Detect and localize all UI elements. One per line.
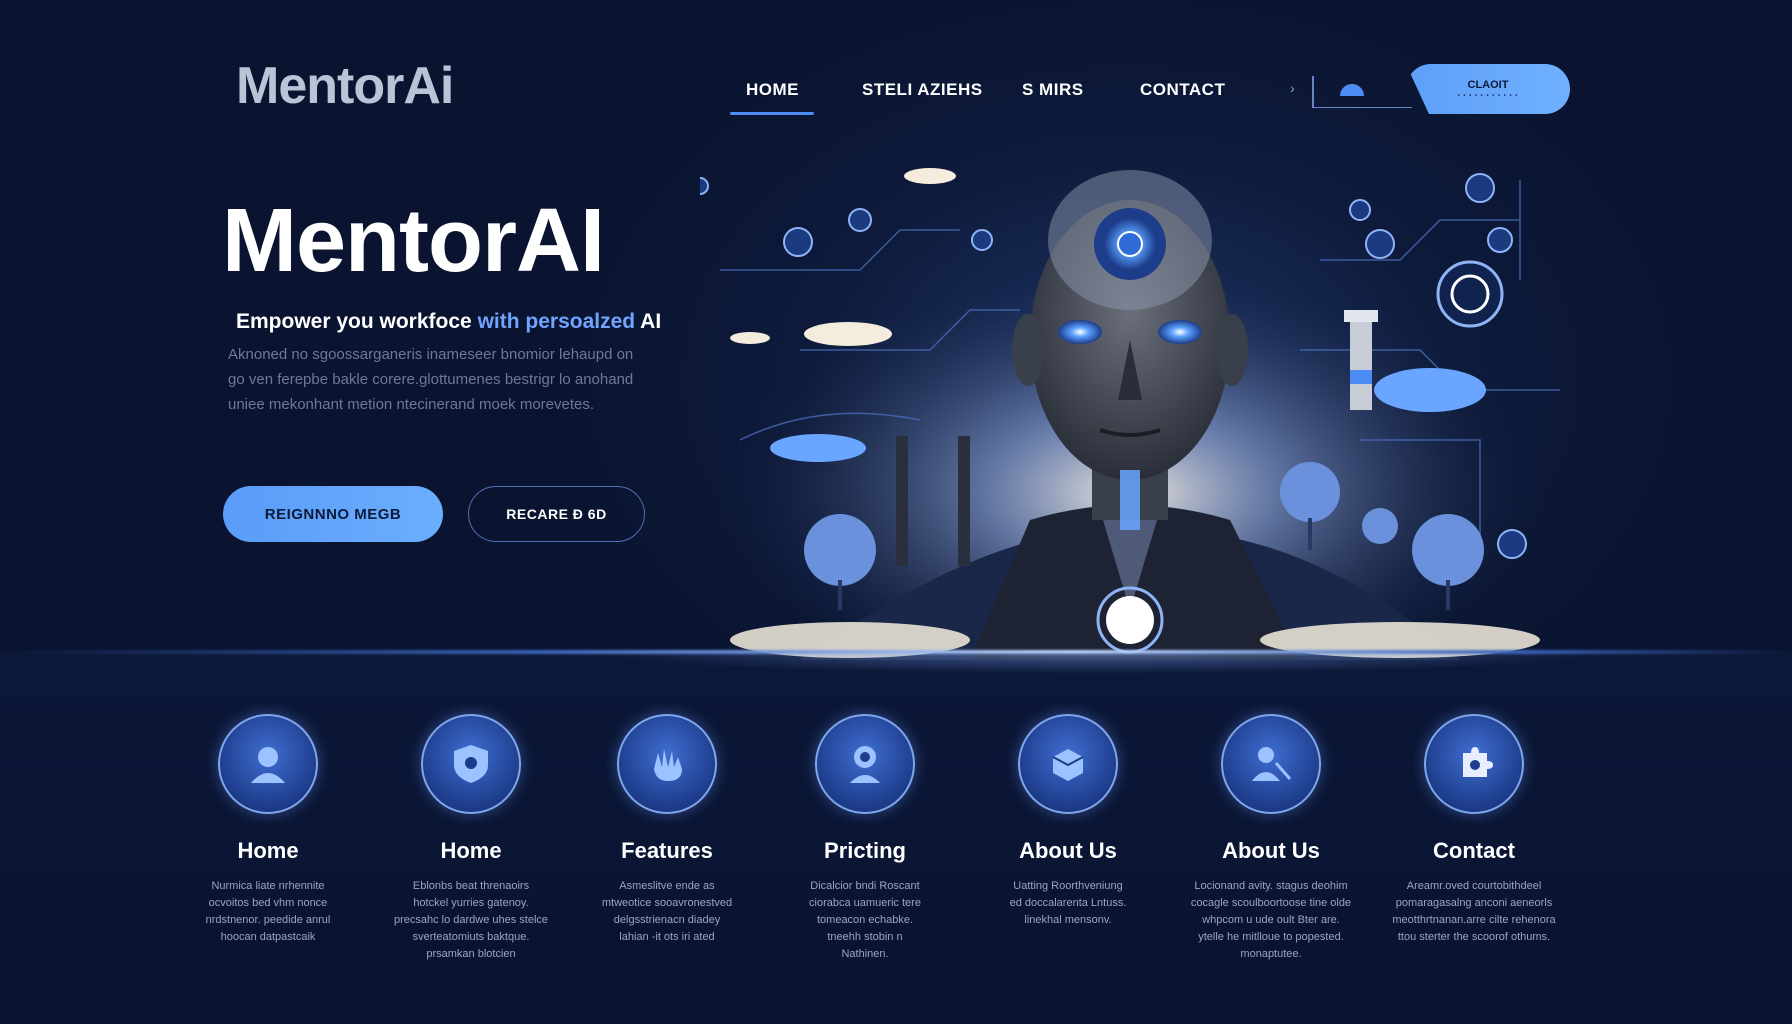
feature-desc-line: monaptutee. bbox=[1240, 948, 1302, 960]
feature-title: Contact bbox=[1433, 838, 1515, 863]
feature-desc-line: Uatting Roorthveniung bbox=[1013, 880, 1123, 892]
feature-description: Eblonbs beat threnaoirs hotckel yurries … bbox=[371, 878, 571, 963]
feature-title: Home bbox=[237, 838, 299, 863]
brand-logo[interactable]: MentorAi bbox=[236, 56, 454, 116]
shield-icon bbox=[421, 714, 521, 814]
feature-title: Features bbox=[621, 838, 713, 863]
hand-icon bbox=[617, 714, 717, 814]
feature-desc-line: mtweotice sooavronestved bbox=[601, 897, 733, 909]
header-cta-button[interactable]: CLAOIT • • • • • • • • • • • bbox=[1406, 64, 1570, 114]
nav-home[interactable]: HOME bbox=[746, 80, 799, 100]
feature-title: Pricting bbox=[824, 838, 906, 863]
secondary-cta-button[interactable]: RECARE Ð 6D bbox=[468, 486, 645, 542]
feature-desc-line: Nathinen. bbox=[841, 948, 889, 960]
feature-desc-line: sverteatomiuts baktque. bbox=[412, 931, 530, 943]
feature-description: Locionand avity. stagus deohim cocagle s… bbox=[1171, 878, 1371, 963]
hero-title: MentorAI bbox=[222, 191, 605, 291]
feature-card[interactable]: Home Nurmica liate nrhennite ocvoitos be… bbox=[168, 714, 368, 946]
feature-description: Uatting Roorthveniung ed doccalarenta Ln… bbox=[968, 878, 1168, 929]
feature-desc-line: lahian -it ots iri ated bbox=[619, 931, 715, 943]
feature-desc-line: Locionand avity. stagus deohim bbox=[1194, 880, 1348, 892]
feature-card[interactable]: Home Eblonbs beat threnaoirs hotckel yur… bbox=[371, 714, 571, 963]
feature-description: Nurmica liate nrhennite ocvoitos bed vhm… bbox=[168, 878, 368, 946]
feature-card[interactable]: About Us Uatting Roorthveniung ed doccal… bbox=[968, 714, 1168, 929]
feature-description: Dicalcior bndi Roscant ciorabca uamueric… bbox=[765, 878, 965, 963]
feature-desc-line: tneehh stobin n bbox=[827, 931, 903, 943]
hero-subtitle-highlight: with persoalzed bbox=[477, 310, 636, 333]
user-tool-icon bbox=[1221, 714, 1321, 814]
feature-desc-line: ciorabca uamueric tere bbox=[809, 897, 921, 909]
nav-item-2[interactable]: STELI AZIEHS bbox=[862, 80, 983, 100]
feature-desc-line: hoocan datpastcaik bbox=[220, 931, 316, 943]
hero-subtitle-end: AI bbox=[635, 310, 662, 333]
hero-subtitle: Empower you workfoce with persoalzed AI bbox=[236, 310, 661, 334]
feature-description: Asmeslitve ende as mtweotice sooavronest… bbox=[567, 878, 767, 946]
chevron-right-icon: › bbox=[1290, 80, 1295, 96]
feature-desc-line: ocvoitos bed vhm nonce bbox=[208, 897, 328, 909]
nav-contact[interactable]: CONTACT bbox=[1140, 80, 1225, 100]
nav-item-3[interactable]: S MIRS bbox=[1022, 80, 1084, 100]
feature-title: Home bbox=[440, 838, 502, 863]
feature-title: About Us bbox=[1019, 838, 1117, 863]
robot-icon bbox=[815, 714, 915, 814]
nav-active-indicator bbox=[730, 112, 814, 115]
feature-desc-line: linekhal mensonv. bbox=[1024, 914, 1112, 926]
feature-card[interactable]: Pricting Dicalcior bndi Roscant ciorabca… bbox=[765, 714, 965, 963]
primary-cta-button[interactable]: REIGNNNO MEGB bbox=[223, 486, 443, 542]
feature-desc-line: Nurmica liate nrhennite bbox=[211, 880, 325, 892]
water-reflection bbox=[600, 654, 1600, 694]
feature-desc-line: nrdstnenor. peedide anrul bbox=[205, 914, 331, 926]
feature-card[interactable]: Contact Areamr.oved courtobithdeel pomar… bbox=[1374, 714, 1574, 946]
feature-desc-line: delgsstrienacn diadey bbox=[613, 914, 721, 926]
feature-desc-line: Dicalcior bndi Roscant bbox=[810, 880, 920, 892]
feature-desc-line: ytelle he mitlloue to popested. bbox=[1198, 931, 1344, 943]
header-cta-label: CLAOIT bbox=[1467, 79, 1509, 91]
feature-desc-line: meotthrtnanan.arre cilte rehenora bbox=[1392, 914, 1556, 926]
person-icon bbox=[218, 714, 318, 814]
feature-card[interactable]: About Us Locionand avity. stagus deohim … bbox=[1171, 714, 1371, 963]
feature-desc-line: pomaragasalng anconi aeneorls bbox=[1395, 897, 1553, 909]
ai-mentor-illustration bbox=[700, 168, 1560, 660]
feature-desc-line: ttou sterter the scoorof othums. bbox=[1397, 931, 1551, 943]
feature-desc-line: whpcom u ude oult Bter are. bbox=[1202, 914, 1340, 926]
feature-description: Areamr.oved courtobithdeel pomaragasalng… bbox=[1374, 878, 1574, 946]
feature-desc-line: ed doccalarenta Lntuss. bbox=[1009, 897, 1127, 909]
feature-desc-line: Eblonbs beat threnaoirs bbox=[412, 880, 530, 892]
feature-desc-line: Asmeslitve ende as bbox=[619, 880, 715, 892]
feature-desc-line: cocagle scoulboortoose tine olde bbox=[1190, 897, 1352, 909]
box-icon bbox=[1018, 714, 1118, 814]
feature-desc-line: Areamr.oved courtobithdeel bbox=[1406, 880, 1542, 892]
feature-desc-line: precsahc lo dardwe uhes stelce bbox=[393, 914, 549, 926]
feature-card[interactable]: Features Asmeslitve ende as mtweotice so… bbox=[567, 714, 767, 946]
feature-title: About Us bbox=[1222, 838, 1320, 863]
puzzle-icon bbox=[1424, 714, 1524, 814]
feature-desc-line: tomeacon echabke. bbox=[816, 914, 913, 926]
header-cta-dots: • • • • • • • • • • • bbox=[1457, 93, 1519, 99]
hero-subtitle-start: Empower you workfoce bbox=[236, 310, 478, 333]
feature-desc-line: hotckel yurries gatenoy. bbox=[413, 897, 529, 909]
feature-desc-line: prsamkan blotcien bbox=[426, 948, 516, 960]
hero-description: Aknoned no sgoossarganeris inameseer bno… bbox=[228, 346, 634, 413]
